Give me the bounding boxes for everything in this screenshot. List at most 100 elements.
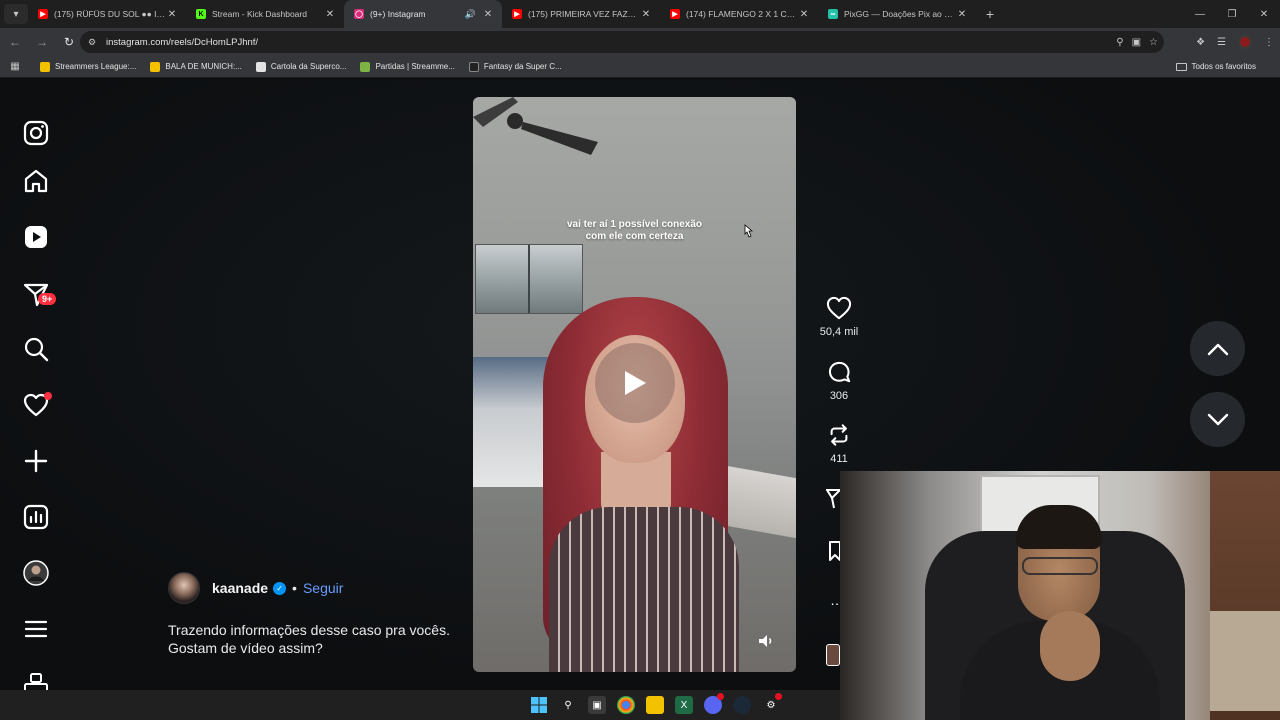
media-control-icon[interactable]: ☰ xyxy=(1217,37,1226,48)
share-icon[interactable] xyxy=(826,488,840,510)
apps-grid-icon[interactable]: ▦ xyxy=(8,61,22,72)
tab-search-button[interactable]: ▾ xyxy=(4,4,28,24)
dashboard-icon[interactable] xyxy=(22,503,50,531)
bookmark-item[interactable]: Partidas | Streamme... xyxy=(360,61,455,72)
separator-dot: • xyxy=(292,580,297,596)
mouse-cursor-icon xyxy=(744,224,753,238)
tab-1[interactable]: ▶ (175) RÜFÜS DU SOL ●● Innerb ✕ xyxy=(28,0,186,28)
author-username[interactable]: kaanade xyxy=(212,580,268,596)
excel-icon[interactable]: X xyxy=(675,696,693,714)
chevron-down-icon xyxy=(1207,413,1228,425)
tab-2[interactable]: K Stream - Kick Dashboard ✕ xyxy=(186,0,344,28)
more-menu-icon[interactable] xyxy=(22,615,50,643)
folder-icon xyxy=(1175,62,1187,71)
windows-start-icon[interactable] xyxy=(530,696,548,714)
new-tab-button[interactable]: + xyxy=(980,6,1000,22)
tab-4[interactable]: ▶ (175) PRIMEIRA VEZ FAZENDO ✕ xyxy=(502,0,660,28)
tab-title: PixGG — Doações Pix ao vivo p xyxy=(844,9,956,19)
notification-dot xyxy=(44,392,52,400)
extensions-icon[interactable]: ❖ xyxy=(1196,37,1205,48)
notification-badge: 9+ xyxy=(38,293,57,305)
next-reel-button[interactable] xyxy=(1190,392,1245,447)
bookmarks-bar: ▦ Streammers League:... BALA DE MUNICH:.… xyxy=(0,56,1280,78)
windows-logo-icon xyxy=(531,697,547,713)
reel-video[interactable]: vai ter aí 1 possível conexão com ele co… xyxy=(473,97,796,672)
bookmark-star-icon[interactable]: ☆ xyxy=(1149,37,1158,48)
task-view-icon[interactable]: ▣ xyxy=(588,696,606,714)
author-avatar[interactable] xyxy=(168,572,200,604)
taskbar-search-icon[interactable]: ⚲ xyxy=(559,696,577,714)
reel-description: Trazendo informações desse caso pra você… xyxy=(168,622,450,656)
save-bookmark-icon[interactable] xyxy=(828,540,840,562)
file-explorer-icon[interactable] xyxy=(646,696,664,714)
ceiling-fan-graphic xyxy=(473,97,598,155)
bookmark-item[interactable]: Streammers League:... xyxy=(40,61,136,72)
address-bar[interactable]: ⚙ instagram.com/reels/DcHomLPJhnf/ ⚲ ▣ ☆ xyxy=(80,31,1164,53)
bookmark-favicon-icon xyxy=(40,61,50,72)
youtube-icon: ▶ xyxy=(670,9,680,19)
close-tab-icon[interactable]: ✕ xyxy=(166,9,178,20)
close-tab-icon[interactable]: ✕ xyxy=(482,9,494,20)
minimize-icon[interactable]: — xyxy=(1184,0,1216,28)
tab-6[interactable]: ∞ PixGG — Doações Pix ao vivo p ✕ xyxy=(818,0,976,28)
zoom-icon[interactable]: ⚲ xyxy=(1116,37,1123,48)
bookmark-item[interactable]: Cartola da Superco... xyxy=(255,61,346,72)
streamer-hand-graphic xyxy=(1040,611,1100,681)
create-plus-icon[interactable] xyxy=(22,447,50,475)
restore-icon[interactable]: ❐ xyxy=(1216,0,1248,28)
audio-thumbnail[interactable] xyxy=(826,644,840,666)
instagram-logo-icon[interactable] xyxy=(22,119,50,147)
bookmark-item[interactable]: BALA DE MUNICH:... xyxy=(150,61,242,72)
box-graphic xyxy=(1210,611,1280,711)
tab-title: (9+) Instagram xyxy=(370,9,426,19)
steam-icon[interactable] xyxy=(733,696,751,714)
play-button[interactable] xyxy=(595,343,675,423)
site-info-icon[interactable]: ⚙ xyxy=(88,37,102,48)
window-controls: — ❐ ✕ xyxy=(1184,0,1280,28)
follow-button[interactable]: Seguir xyxy=(303,580,343,596)
close-tab-icon[interactable]: ✕ xyxy=(956,9,968,20)
tab-title: (175) PRIMEIRA VEZ FAZENDO xyxy=(528,9,640,19)
url-text: instagram.com/reels/DcHomLPJhnf/ xyxy=(106,36,259,48)
chevron-up-icon xyxy=(1207,343,1228,355)
previous-reel-button[interactable] xyxy=(1190,321,1245,376)
menu-dots-icon[interactable]: ⋮ xyxy=(1264,37,1274,48)
search-icon[interactable] xyxy=(22,335,50,363)
like-action[interactable]: 50,4 mil xyxy=(818,296,860,338)
close-window-icon[interactable]: ✕ xyxy=(1248,0,1280,28)
instagram-icon: ◯ xyxy=(354,9,364,19)
repost-count: 411 xyxy=(830,453,848,465)
discord-icon[interactable] xyxy=(704,693,724,714)
bookmark-item[interactable]: Fantasy da Super C... xyxy=(468,61,562,72)
volume-icon[interactable] xyxy=(757,632,775,650)
reels-icon[interactable] xyxy=(22,223,50,251)
comment-bubble-icon[interactable] xyxy=(826,360,852,384)
settings-badge xyxy=(775,693,782,700)
back-icon[interactable]: ← xyxy=(3,30,27,54)
like-count: 50,4 mil xyxy=(819,326,859,338)
tab-5[interactable]: ▶ (174) FLAMENGO 2 X 1 CRUZEI ✕ xyxy=(660,0,818,28)
tab-3-active[interactable]: ◯ (9+) Instagram 🔊 ✕ xyxy=(344,0,502,28)
tab-title: Stream - Kick Dashboard xyxy=(212,9,307,19)
like-heart-icon[interactable] xyxy=(826,296,852,320)
profile-avatar[interactable] xyxy=(1238,35,1252,49)
close-tab-icon[interactable]: ✕ xyxy=(640,9,652,20)
verified-badge-icon: ✓ xyxy=(273,581,287,595)
comment-action[interactable]: 306 xyxy=(818,360,860,402)
forward-icon[interactable]: → xyxy=(30,30,54,54)
repost-action[interactable]: 411 xyxy=(818,423,860,465)
speaker-icon[interactable]: 🔊 xyxy=(465,9,476,20)
settings-gear-icon[interactable]: ⚙ xyxy=(762,693,782,714)
also-from-meta-icon[interactable] xyxy=(22,670,50,690)
close-tab-icon[interactable]: ✕ xyxy=(798,9,810,20)
repost-icon[interactable] xyxy=(826,423,852,447)
profile-avatar-icon[interactable] xyxy=(22,559,50,587)
close-tab-icon[interactable]: ✕ xyxy=(324,9,336,20)
all-bookmarks-button[interactable]: Todos os favoritos xyxy=(1175,62,1256,71)
home-icon[interactable] xyxy=(22,167,50,195)
install-app-icon[interactable]: ▣ xyxy=(1132,37,1141,48)
chrome-icon[interactable] xyxy=(617,696,635,714)
browser-toolbar: ← → ↻ ⚙ instagram.com/reels/DcHomLPJhnf/… xyxy=(0,28,1280,56)
reload-icon[interactable]: ↻ xyxy=(57,30,81,54)
play-icon xyxy=(625,371,646,395)
